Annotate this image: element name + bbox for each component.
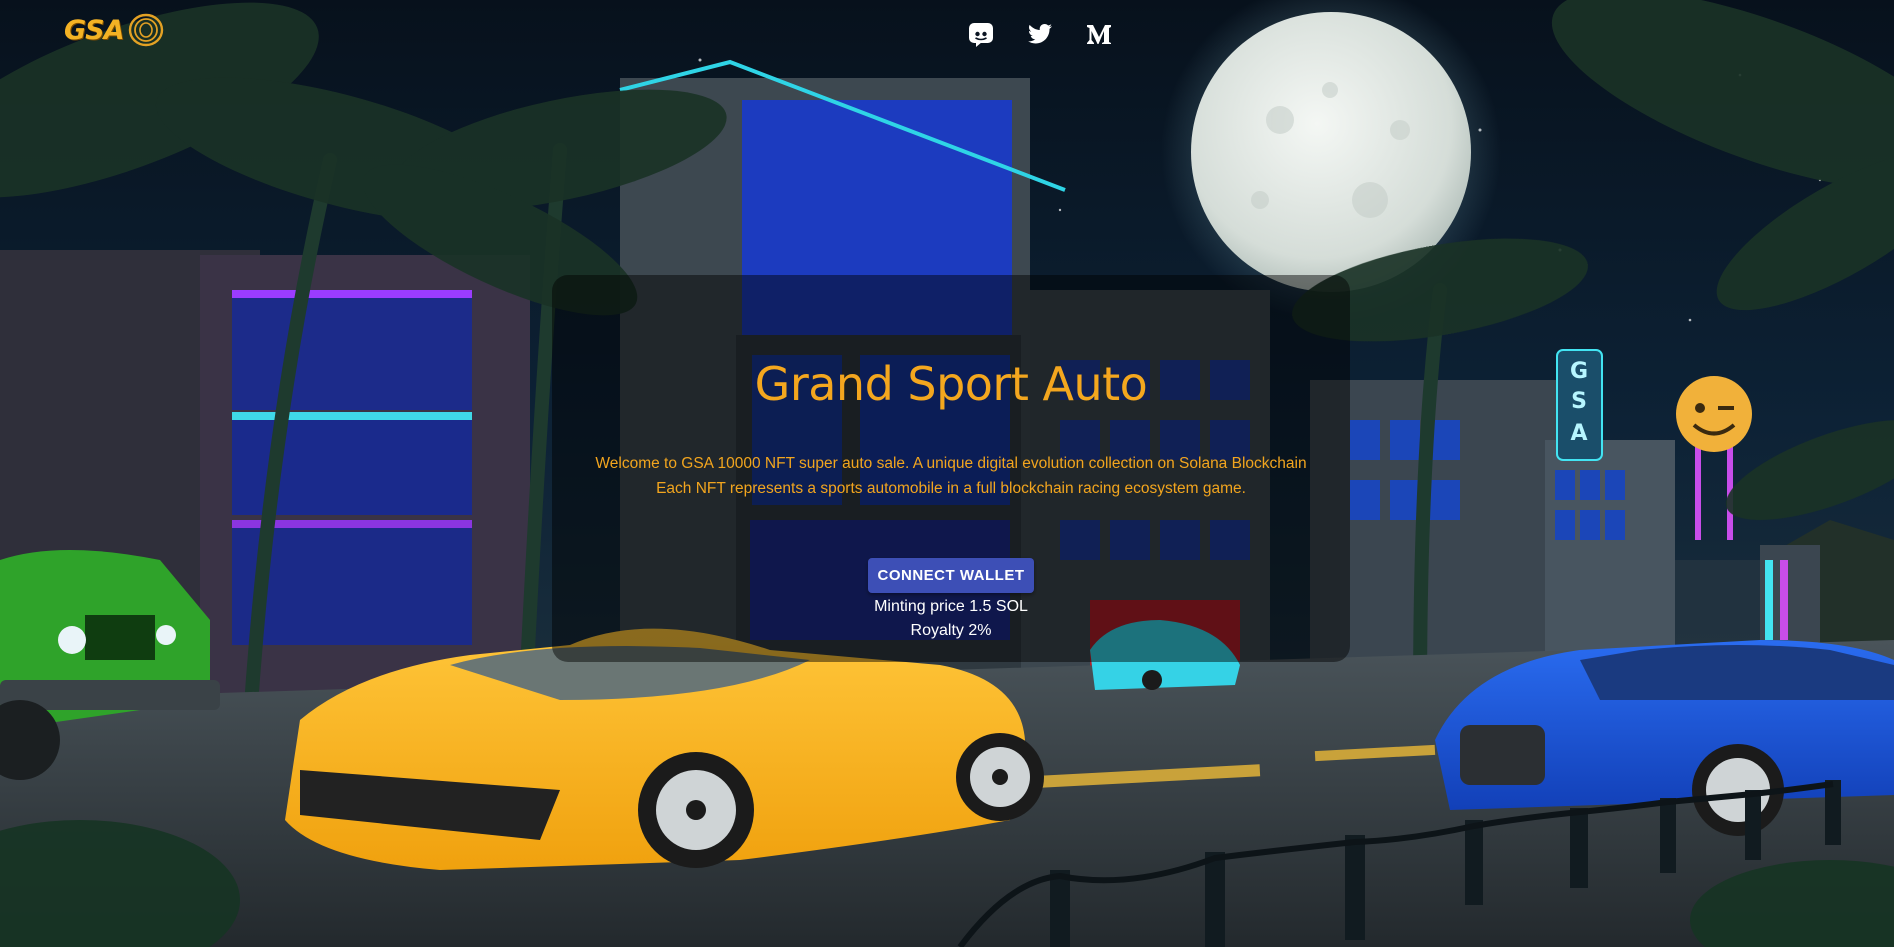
mint-info: Minting price 1.5 SOL Royalty 2%	[552, 595, 1350, 643]
page-title: Grand Sport Auto	[754, 357, 1148, 411]
top-bar: GSA	[0, 0, 1894, 70]
royalty: Royalty 2%	[910, 622, 992, 639]
logo-text: GSA	[64, 14, 125, 46]
twitter-icon[interactable]	[1026, 20, 1054, 48]
minting-price: Minting price 1.5 SOL	[874, 598, 1028, 615]
connect-wallet-button[interactable]: CONNECT WALLET	[868, 558, 1034, 593]
svg-text:G: G	[1570, 359, 1588, 384]
wheel-icon	[128, 13, 163, 47]
svg-text:A: A	[1570, 421, 1587, 446]
svg-text:S: S	[1571, 389, 1587, 414]
description-line-1: Welcome to GSA 10000 NFT super auto sale…	[595, 455, 1307, 472]
social-links	[967, 20, 1113, 48]
hero-panel: Grand Sport Auto Welcome to GSA 10000 NF…	[552, 275, 1350, 662]
description-line-2: Each NFT represents a sports automobile …	[656, 480, 1246, 497]
discord-icon[interactable]	[967, 20, 995, 48]
gsa-logo[interactable]: GSA	[64, 12, 164, 48]
hero-description: Welcome to GSA 10000 NFT super auto sale…	[552, 451, 1350, 501]
medium-icon[interactable]	[1085, 20, 1113, 48]
